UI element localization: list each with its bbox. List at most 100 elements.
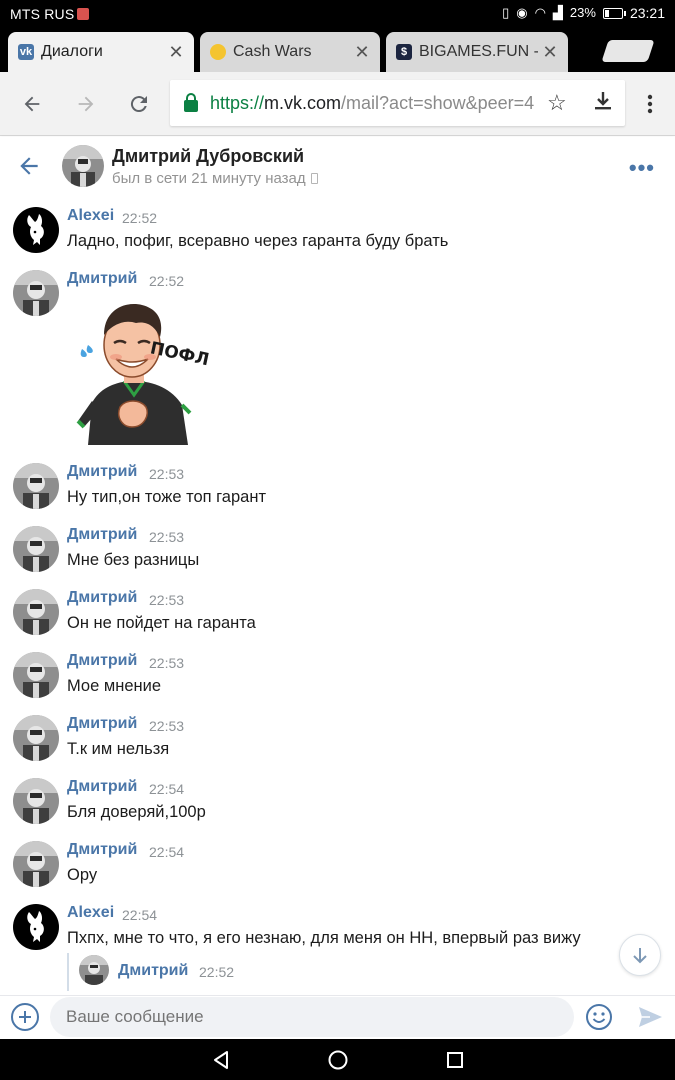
message-author[interactable]: Дмитрий <box>67 463 137 481</box>
status-icons: ▯ ◉ ◠ ▟ 23% 23:21 <box>502 5 665 21</box>
avatar[interactable] <box>13 715 59 761</box>
arrow-right-icon <box>78 96 94 112</box>
tab-cash-wars[interactable]: Cash Wars ✕ <box>200 32 380 72</box>
more-options-icon[interactable]: ••• <box>629 155 655 181</box>
message-text: Мне без разницы <box>67 551 200 569</box>
clock: 23:21 <box>629 5 665 21</box>
avatar <box>79 955 109 985</box>
tab-title: Cash Wars <box>233 43 312 60</box>
avatar[interactable] <box>62 145 104 187</box>
message-input[interactable] <box>50 997 574 1037</box>
message-author[interactable]: Alexei <box>67 904 114 922</box>
emoji-smile-icon[interactable] <box>585 1003 613 1031</box>
browser-tab-strip: vk Диалоги ✕ Cash Wars ✕ $ BIGAMES.FUN -… <box>0 28 675 72</box>
message-author[interactable]: Дмитрий <box>67 270 137 288</box>
message-text: Т.к им нельзя <box>67 740 170 758</box>
forwarded-message[interactable]: Дмитрий 22:52 <box>67 953 234 991</box>
chat-header: Дмитрий Дубровский был в сети 21 минуту … <box>0 137 675 199</box>
coin-icon <box>210 44 226 60</box>
message-text: Пхпх, мне то что, я его незнаю, для меня… <box>67 929 581 947</box>
download-icon[interactable] <box>593 90 613 118</box>
message-text: Ору <box>67 866 98 884</box>
notification-icon <box>77 8 90 20</box>
avatar[interactable] <box>13 270 59 316</box>
menu-button[interactable] <box>634 88 666 120</box>
mobile-icon <box>310 173 318 184</box>
battery-icon <box>602 7 626 19</box>
forwarded-author[interactable]: Дмитрий <box>118 962 188 980</box>
arrow-left-icon <box>24 96 40 112</box>
message-author[interactable]: Дмитрий <box>67 652 137 670</box>
avatar[interactable] <box>13 778 59 824</box>
avatar[interactable] <box>13 463 59 509</box>
message-author[interactable]: Дмитрий <box>67 841 137 859</box>
message-text: Он не пойдет на гаранта <box>67 614 256 632</box>
forward-button[interactable] <box>70 88 102 120</box>
message-author[interactable]: Alexei <box>67 207 114 225</box>
lock-icon <box>184 93 198 112</box>
tab-dialogs[interactable]: vk Диалоги ✕ <box>8 32 194 72</box>
arrow-down-icon <box>633 948 647 964</box>
vk-logo-icon: vk <box>18 44 34 60</box>
message-text: Ладно, пофиг, всеравно через гаранта буд… <box>67 232 449 250</box>
message-history[interactable]: Alexei 22:52 Ладно, пофиг, всеравно чере… <box>0 199 675 995</box>
address-bar[interactable]: https://m.vk.com/mail?act=show&peer=4 ☆ <box>170 80 625 126</box>
message-time: 22:53 <box>149 718 185 734</box>
tab-title: Диалоги <box>41 43 103 60</box>
message-text: Бля доверяй,100р <box>67 803 206 821</box>
message-time: 22:54 <box>149 781 185 797</box>
close-tab-icon[interactable]: ✕ <box>164 42 188 63</box>
avatar[interactable] <box>13 904 59 950</box>
reload-icon <box>130 96 147 113</box>
message-time: 22:52 <box>122 210 158 226</box>
nav-back-icon[interactable] <box>210 1049 232 1071</box>
avatar[interactable] <box>13 652 59 698</box>
carrier-label: MTS RUS <box>10 6 90 22</box>
avatar[interactable] <box>13 207 59 253</box>
message-time: 22:53 <box>149 655 185 671</box>
eye-comfort-icon: ◉ <box>516 5 528 20</box>
avatar[interactable] <box>13 526 59 572</box>
nav-recents-icon[interactable] <box>444 1049 466 1071</box>
tab-title: BIGAMES.FUN - S <box>419 43 538 60</box>
scroll-down-button[interactable] <box>619 934 661 976</box>
message-author[interactable]: Дмитрий <box>67 526 137 544</box>
last-seen-status: был в сети 21 минуту назад <box>112 170 318 187</box>
back-button[interactable] <box>16 88 48 120</box>
attach-button[interactable] <box>11 1003 39 1031</box>
sticker-image[interactable]: ПОФЛ! <box>70 295 210 445</box>
message-author[interactable]: Дмитрий <box>67 778 137 796</box>
url-text: https://m.vk.com/mail?act=show&peer=4 <box>210 92 535 113</box>
back-arrow-icon[interactable] <box>16 153 42 184</box>
browser-toolbar: https://m.vk.com/mail?act=show&peer=4 ☆ <box>0 72 675 136</box>
send-icon[interactable] <box>636 1003 664 1031</box>
kebab-menu-icon <box>647 94 653 114</box>
message-time: 22:52 <box>149 273 185 289</box>
message-author[interactable]: Дмитрий <box>67 589 137 607</box>
message-time: 22:53 <box>149 592 185 608</box>
bookmark-star-icon[interactable]: ☆ <box>547 90 567 116</box>
close-tab-icon[interactable]: ✕ <box>538 42 562 63</box>
signal-icon: ▟ <box>552 5 563 20</box>
tab-bigames[interactable]: $ BIGAMES.FUN - S ✕ <box>386 32 568 72</box>
message-author[interactable]: Дмитрий <box>67 715 137 733</box>
message-time: 22:54 <box>122 907 158 923</box>
message-composer <box>0 995 675 1039</box>
avatar[interactable] <box>13 589 59 635</box>
message-text: Мое мнение <box>67 677 162 695</box>
message-time: 22:53 <box>149 529 185 545</box>
battery-percent: 23% <box>569 5 596 20</box>
dollar-icon: $ <box>396 44 412 60</box>
nav-home-icon[interactable] <box>327 1049 349 1071</box>
reload-button[interactable] <box>123 88 155 120</box>
new-tab-button[interactable] <box>601 40 655 62</box>
message-text: Ну тип,он тоже топ гарант <box>67 488 266 506</box>
wifi-icon: ◠ <box>534 5 546 20</box>
message-time: 22:54 <box>149 844 185 860</box>
sticker-caption: ПОФЛ! <box>148 338 210 372</box>
chat-title: Дмитрий Дубровский <box>112 146 305 166</box>
vibrate-icon: ▯ <box>502 5 510 20</box>
close-tab-icon[interactable]: ✕ <box>350 42 374 63</box>
avatar[interactable] <box>13 841 59 887</box>
forwarded-time: 22:52 <box>199 964 235 980</box>
